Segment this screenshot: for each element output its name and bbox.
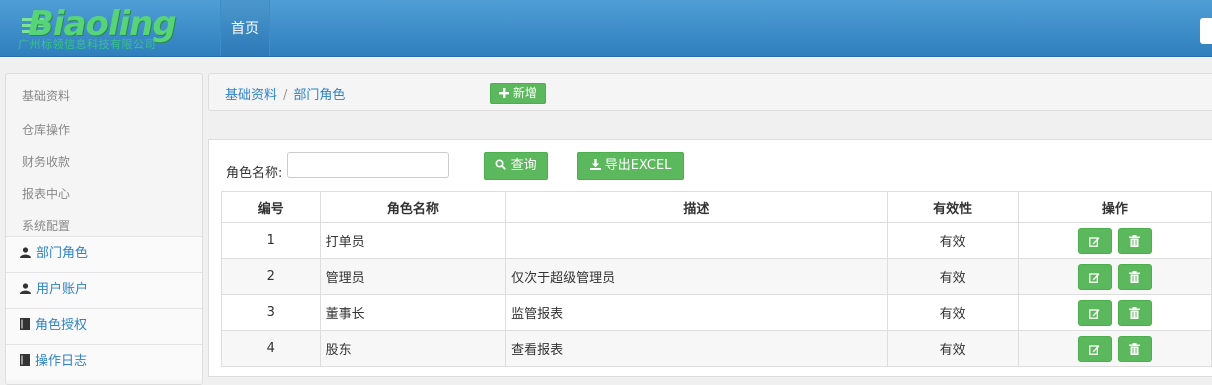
cell-role-name: 打单员 xyxy=(319,222,507,259)
cell-id: 1 xyxy=(221,222,321,259)
sidebar-item-dept-roles[interactable]: 部门角色 xyxy=(6,236,202,272)
edit-icon xyxy=(1089,308,1100,319)
role-name-filter-label: 角色名称: xyxy=(226,166,283,181)
cell-description: 查看报表 xyxy=(505,330,888,367)
user-icon xyxy=(20,247,31,258)
sidebar-item-label: 部门角色 xyxy=(36,246,89,261)
edit-icon xyxy=(1089,344,1100,355)
delete-button[interactable] xyxy=(1117,299,1152,326)
cell-description xyxy=(505,222,888,259)
trash-icon xyxy=(1129,271,1141,283)
download-icon xyxy=(589,159,601,170)
cell-actions xyxy=(1017,294,1212,331)
column-header-validity[interactable]: 有效性 xyxy=(886,191,1019,223)
query-button-label: 查询 xyxy=(510,158,537,173)
sidebar: 基础资料 仓库操作 财务收款 报表中心 系统配置 部门角色 用户账户 角色授权 … xyxy=(5,73,203,385)
trash-icon xyxy=(1129,307,1141,319)
cell-role-name: 董事长 xyxy=(319,294,507,331)
role-name-input[interactable] xyxy=(287,152,449,178)
column-header-role-name[interactable]: 角色名称 xyxy=(319,191,507,223)
cell-actions xyxy=(1017,330,1212,367)
sidebar-category-finance[interactable]: 财务收款 xyxy=(6,140,202,172)
breadcrumb-separator: / xyxy=(283,88,288,103)
column-header-id[interactable]: 编号 xyxy=(221,191,321,223)
edit-button[interactable] xyxy=(1077,263,1112,290)
breadcrumb-bar: 基础资料 / 部门角色 xyxy=(208,73,1212,111)
header-search-box[interactable] xyxy=(1200,18,1212,44)
cell-validity: 有效 xyxy=(886,330,1019,367)
sidebar-category-warehouse[interactable]: 仓库操作 xyxy=(6,108,202,140)
cell-actions xyxy=(1017,222,1212,259)
top-header: Biaoling 广州标领信息科技有限公司 首页 xyxy=(0,0,1212,57)
delete-button[interactable] xyxy=(1117,227,1152,254)
cell-id: 2 xyxy=(221,258,321,295)
cell-description: 仅次于超级管理员 xyxy=(505,258,888,295)
nav-home[interactable]: 首页 xyxy=(220,0,270,56)
breadcrumb: 基础资料 / 部门角色 xyxy=(225,84,345,103)
book-icon xyxy=(20,354,30,366)
cell-actions xyxy=(1017,258,1212,295)
breadcrumb-current: 部门角色 xyxy=(293,88,346,103)
search-icon xyxy=(495,159,507,170)
user-icon xyxy=(20,283,31,294)
logo-subtext: 广州标领信息科技有限公司 xyxy=(18,38,156,51)
sidebar-item-user-accounts[interactable]: 用户账户 xyxy=(6,272,202,308)
add-button[interactable]: 新增 xyxy=(490,83,546,104)
column-header-actions: 操作 xyxy=(1017,191,1212,223)
edit-icon xyxy=(1089,236,1100,247)
book-icon xyxy=(20,318,30,330)
table-row: 2 管理员 仅次于超级管理员 有效 xyxy=(221,258,1212,295)
edit-icon xyxy=(1089,272,1100,283)
table-row: 4 股东 查看报表 有效 xyxy=(221,330,1212,367)
plus-icon xyxy=(499,88,510,98)
cell-validity: 有效 xyxy=(886,222,1019,259)
roles-table: 编号 角色名称 描述 有效性 操作 1 打单员 有效 2 管理员 仅次于超级管理… xyxy=(221,191,1212,367)
trash-icon xyxy=(1129,343,1141,355)
cell-id: 4 xyxy=(221,330,321,367)
edit-button[interactable] xyxy=(1077,299,1112,326)
sidebar-item-label: 角色授权 xyxy=(35,318,88,333)
table-row: 1 打单员 有效 xyxy=(221,222,1212,259)
export-excel-label: 导出EXCEL xyxy=(604,158,672,173)
trash-icon xyxy=(1129,235,1141,247)
table-row: 3 董事长 监管报表 有效 xyxy=(221,294,1212,331)
cell-validity: 有效 xyxy=(886,258,1019,295)
delete-button[interactable] xyxy=(1117,263,1152,290)
delete-button[interactable] xyxy=(1117,335,1152,362)
table-header-row: 编号 角色名称 描述 有效性 操作 xyxy=(221,191,1212,223)
company-logo[interactable]: Biaoling 广州标领信息科技有限公司 xyxy=(18,4,198,51)
sidebar-item-label: 操作日志 xyxy=(35,354,88,369)
cell-validity: 有效 xyxy=(886,294,1019,331)
edit-button[interactable] xyxy=(1077,227,1112,254)
sidebar-item-role-auth[interactable]: 角色授权 xyxy=(6,308,202,344)
sidebar-category-system[interactable]: 系统配置 xyxy=(6,204,202,236)
cell-id: 3 xyxy=(221,294,321,331)
sidebar-item-label: 用户账户 xyxy=(36,282,89,297)
breadcrumb-root[interactable]: 基础资料 xyxy=(225,88,277,103)
sidebar-category-basic[interactable]: 基础资料 xyxy=(6,74,202,108)
export-excel-button[interactable]: 导出EXCEL xyxy=(577,152,684,180)
cell-role-name: 股东 xyxy=(319,330,507,367)
column-header-description[interactable]: 描述 xyxy=(505,191,888,223)
edit-button[interactable] xyxy=(1077,335,1112,362)
query-button[interactable]: 查询 xyxy=(484,152,548,180)
add-button-label: 新增 xyxy=(512,86,537,100)
cell-description: 监管报表 xyxy=(505,294,888,331)
sidebar-category-reports[interactable]: 报表中心 xyxy=(6,172,202,204)
cell-role-name: 管理员 xyxy=(319,258,507,295)
